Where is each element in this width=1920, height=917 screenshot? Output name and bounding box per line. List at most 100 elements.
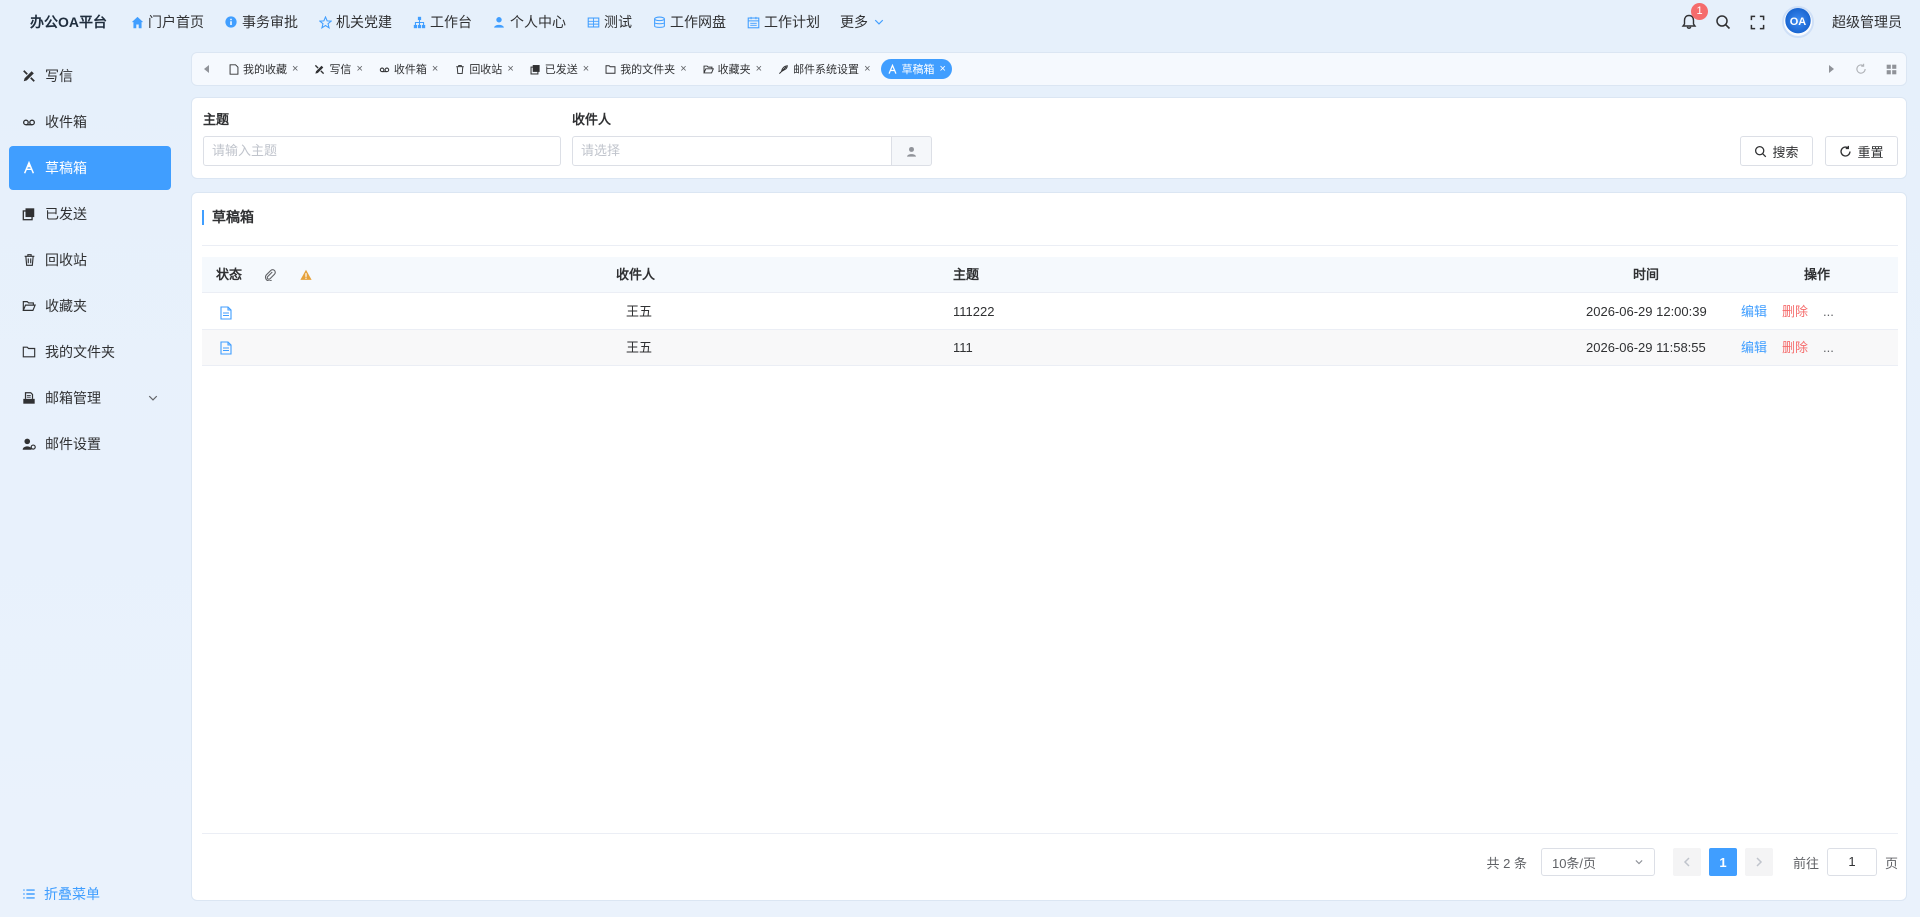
tab-my-folders[interactable]: 我的文件夹 × [599, 59, 692, 79]
fullscreen-icon[interactable] [1748, 13, 1766, 31]
prev-page-button[interactable] [1672, 848, 1701, 876]
close-icon[interactable]: × [356, 63, 362, 75]
folder-open-icon [702, 64, 714, 75]
search-button[interactable]: 搜索 [1740, 136, 1813, 166]
tab-drafts[interactable]: 草稿箱 × [880, 59, 952, 79]
table-row[interactable]: 王五 111222 2026-06-29 12:00:39 编辑 删除 ... [202, 294, 1898, 330]
tabs-scroll-right[interactable] [1816, 53, 1846, 85]
close-icon[interactable]: × [507, 63, 513, 75]
username[interactable]: 超级管理员 [1832, 12, 1902, 32]
table-row[interactable]: 王五 111 2026-06-29 11:58:55 编辑 删除 ... [202, 330, 1898, 366]
top-right-tools: 1 OA 超级管理员 [1664, 0, 1902, 44]
tab-my-favorites[interactable]: 我的收藏 × [222, 59, 304, 79]
recipient-label: 收件人 [572, 112, 612, 127]
page-size-select[interactable]: 10条/页 [1540, 848, 1655, 876]
nav-test[interactable]: 测试 [586, 12, 632, 32]
close-icon[interactable]: × [583, 63, 589, 75]
sidebar-item-mailbox-admin[interactable]: 邮箱管理 [9, 376, 171, 420]
header-actions: 操作 [1804, 267, 1831, 282]
next-page-button[interactable] [1744, 848, 1773, 876]
sidebar-item-label: 已发送 [45, 206, 87, 222]
tabs-list: 我的收藏 × 写信 × 收件箱 × 回收站 × 已发送 × 我的文件夹 × 收藏夹 × 邮件 [222, 59, 1816, 79]
sidebar: 写信 收件箱 草稿箱 已发送 回收站 收藏夹 我的文件夹 邮箱管理 邮件设置 [0, 54, 180, 468]
grid-menu-icon[interactable] [1876, 53, 1906, 85]
cell-time: 2026-06-29 12:00:39 [1586, 304, 1707, 319]
warning-icon [300, 269, 312, 281]
sidebar-item-mail-settings[interactable]: 邮件设置 [9, 422, 171, 466]
close-icon[interactable]: × [292, 63, 298, 75]
notification-badge: 1 [1691, 3, 1708, 20]
tab-sent[interactable]: 已发送 × [524, 59, 595, 79]
close-icon[interactable]: × [432, 63, 438, 75]
header-status: 状态 [216, 267, 243, 282]
tab-label: 我的文件夹 [620, 64, 676, 76]
nav-workbench[interactable]: 工作台 [412, 12, 472, 32]
tab-favorites[interactable]: 收藏夹 × [697, 59, 768, 79]
sidebar-item-drafts[interactable]: 草稿箱 [9, 146, 171, 190]
reset-button[interactable]: 重置 [1825, 136, 1898, 166]
close-icon[interactable]: × [940, 63, 946, 75]
nav-party[interactable]: 机关党建 [318, 12, 392, 32]
sidebar-item-label: 收藏夹 [45, 298, 87, 314]
sidebar-item-label: 写信 [45, 68, 73, 84]
delete-link[interactable]: 删除 [1782, 330, 1808, 366]
sidebar-item-sent[interactable]: 已发送 [9, 192, 171, 236]
bell-icon[interactable]: 1 [1680, 3, 1708, 31]
collapse-menu-button[interactable]: 折叠菜单 [22, 884, 100, 904]
tabs-scroll-left[interactable] [192, 53, 222, 85]
sidebar-item-my-folders[interactable]: 我的文件夹 [9, 330, 171, 374]
recipient-picker-button[interactable] [892, 136, 932, 166]
nav-home[interactable]: 门户首页 [130, 12, 204, 32]
tabs-bar: 我的收藏 × 写信 × 收件箱 × 回收站 × 已发送 × 我的文件夹 × 收藏夹 × 邮件 [191, 52, 1907, 86]
nav-approval[interactable]: 事务审批 [224, 12, 298, 32]
sidebar-item-trash[interactable]: 回收站 [9, 238, 171, 282]
tab-inbox[interactable]: 收件箱 × [373, 59, 444, 79]
user-icon [492, 15, 506, 29]
nav-plan-label: 工作计划 [764, 14, 820, 30]
pagination-total: 共 2 条 [1486, 855, 1527, 871]
trash-icon [454, 64, 465, 75]
more-actions[interactable]: ... [1823, 330, 1834, 366]
search-icon[interactable] [1714, 13, 1732, 31]
draft-icon [21, 160, 37, 176]
nav-plan[interactable]: 工作计划 [746, 12, 820, 32]
more-actions[interactable]: ... [1823, 294, 1834, 330]
goto-prefix: 前往 [1792, 855, 1819, 871]
tab-mail-system-settings[interactable]: 邮件系统设置 × [772, 59, 876, 79]
list-icon [22, 887, 36, 901]
tab-write[interactable]: 写信 × [308, 59, 368, 79]
app-title: 办公OA平台 [30, 14, 107, 30]
tab-label: 写信 [329, 64, 352, 76]
tab-trash[interactable]: 回收站 × [448, 59, 519, 79]
delete-link[interactable]: 删除 [1782, 294, 1808, 330]
document-icon [228, 63, 239, 75]
close-icon[interactable]: × [864, 63, 870, 75]
refresh-icon[interactable] [1846, 53, 1876, 85]
close-icon[interactable]: × [680, 63, 686, 75]
edit-link[interactable]: 编辑 [1741, 330, 1767, 366]
nav-approval-label: 事务审批 [242, 14, 298, 30]
nav-more[interactable]: 更多 [840, 12, 886, 32]
page-number[interactable]: 1 [1708, 848, 1737, 876]
folder-icon [21, 344, 37, 360]
folder-icon [605, 64, 616, 75]
nav-drive[interactable]: 工作网盘 [652, 12, 726, 32]
mailbox-icon [21, 390, 37, 406]
sidebar-item-write[interactable]: 写信 [9, 54, 171, 98]
tab-label: 回收站 [469, 64, 503, 76]
edit-link[interactable]: 编辑 [1741, 294, 1767, 330]
nav-personal[interactable]: 个人中心 [492, 12, 566, 32]
sidebar-item-inbox[interactable]: 收件箱 [9, 100, 171, 144]
nav-party-label: 机关党建 [336, 14, 392, 30]
home-icon [130, 15, 144, 29]
close-icon[interactable]: × [756, 63, 762, 75]
cell-time: 2026-06-29 11:58:55 [1586, 340, 1706, 355]
chevron-down-icon [147, 392, 159, 404]
sidebar-item-favorites[interactable]: 收藏夹 [9, 284, 171, 328]
cell-recipient: 王五 [626, 340, 653, 355]
goto-page-input[interactable]: 1 [1826, 848, 1877, 876]
recipient-select[interactable]: 请选择 [572, 136, 892, 166]
feather-icon [778, 64, 789, 75]
subject-input[interactable]: 请输入主题 [203, 136, 561, 166]
avatar[interactable]: OA [1782, 6, 1814, 38]
